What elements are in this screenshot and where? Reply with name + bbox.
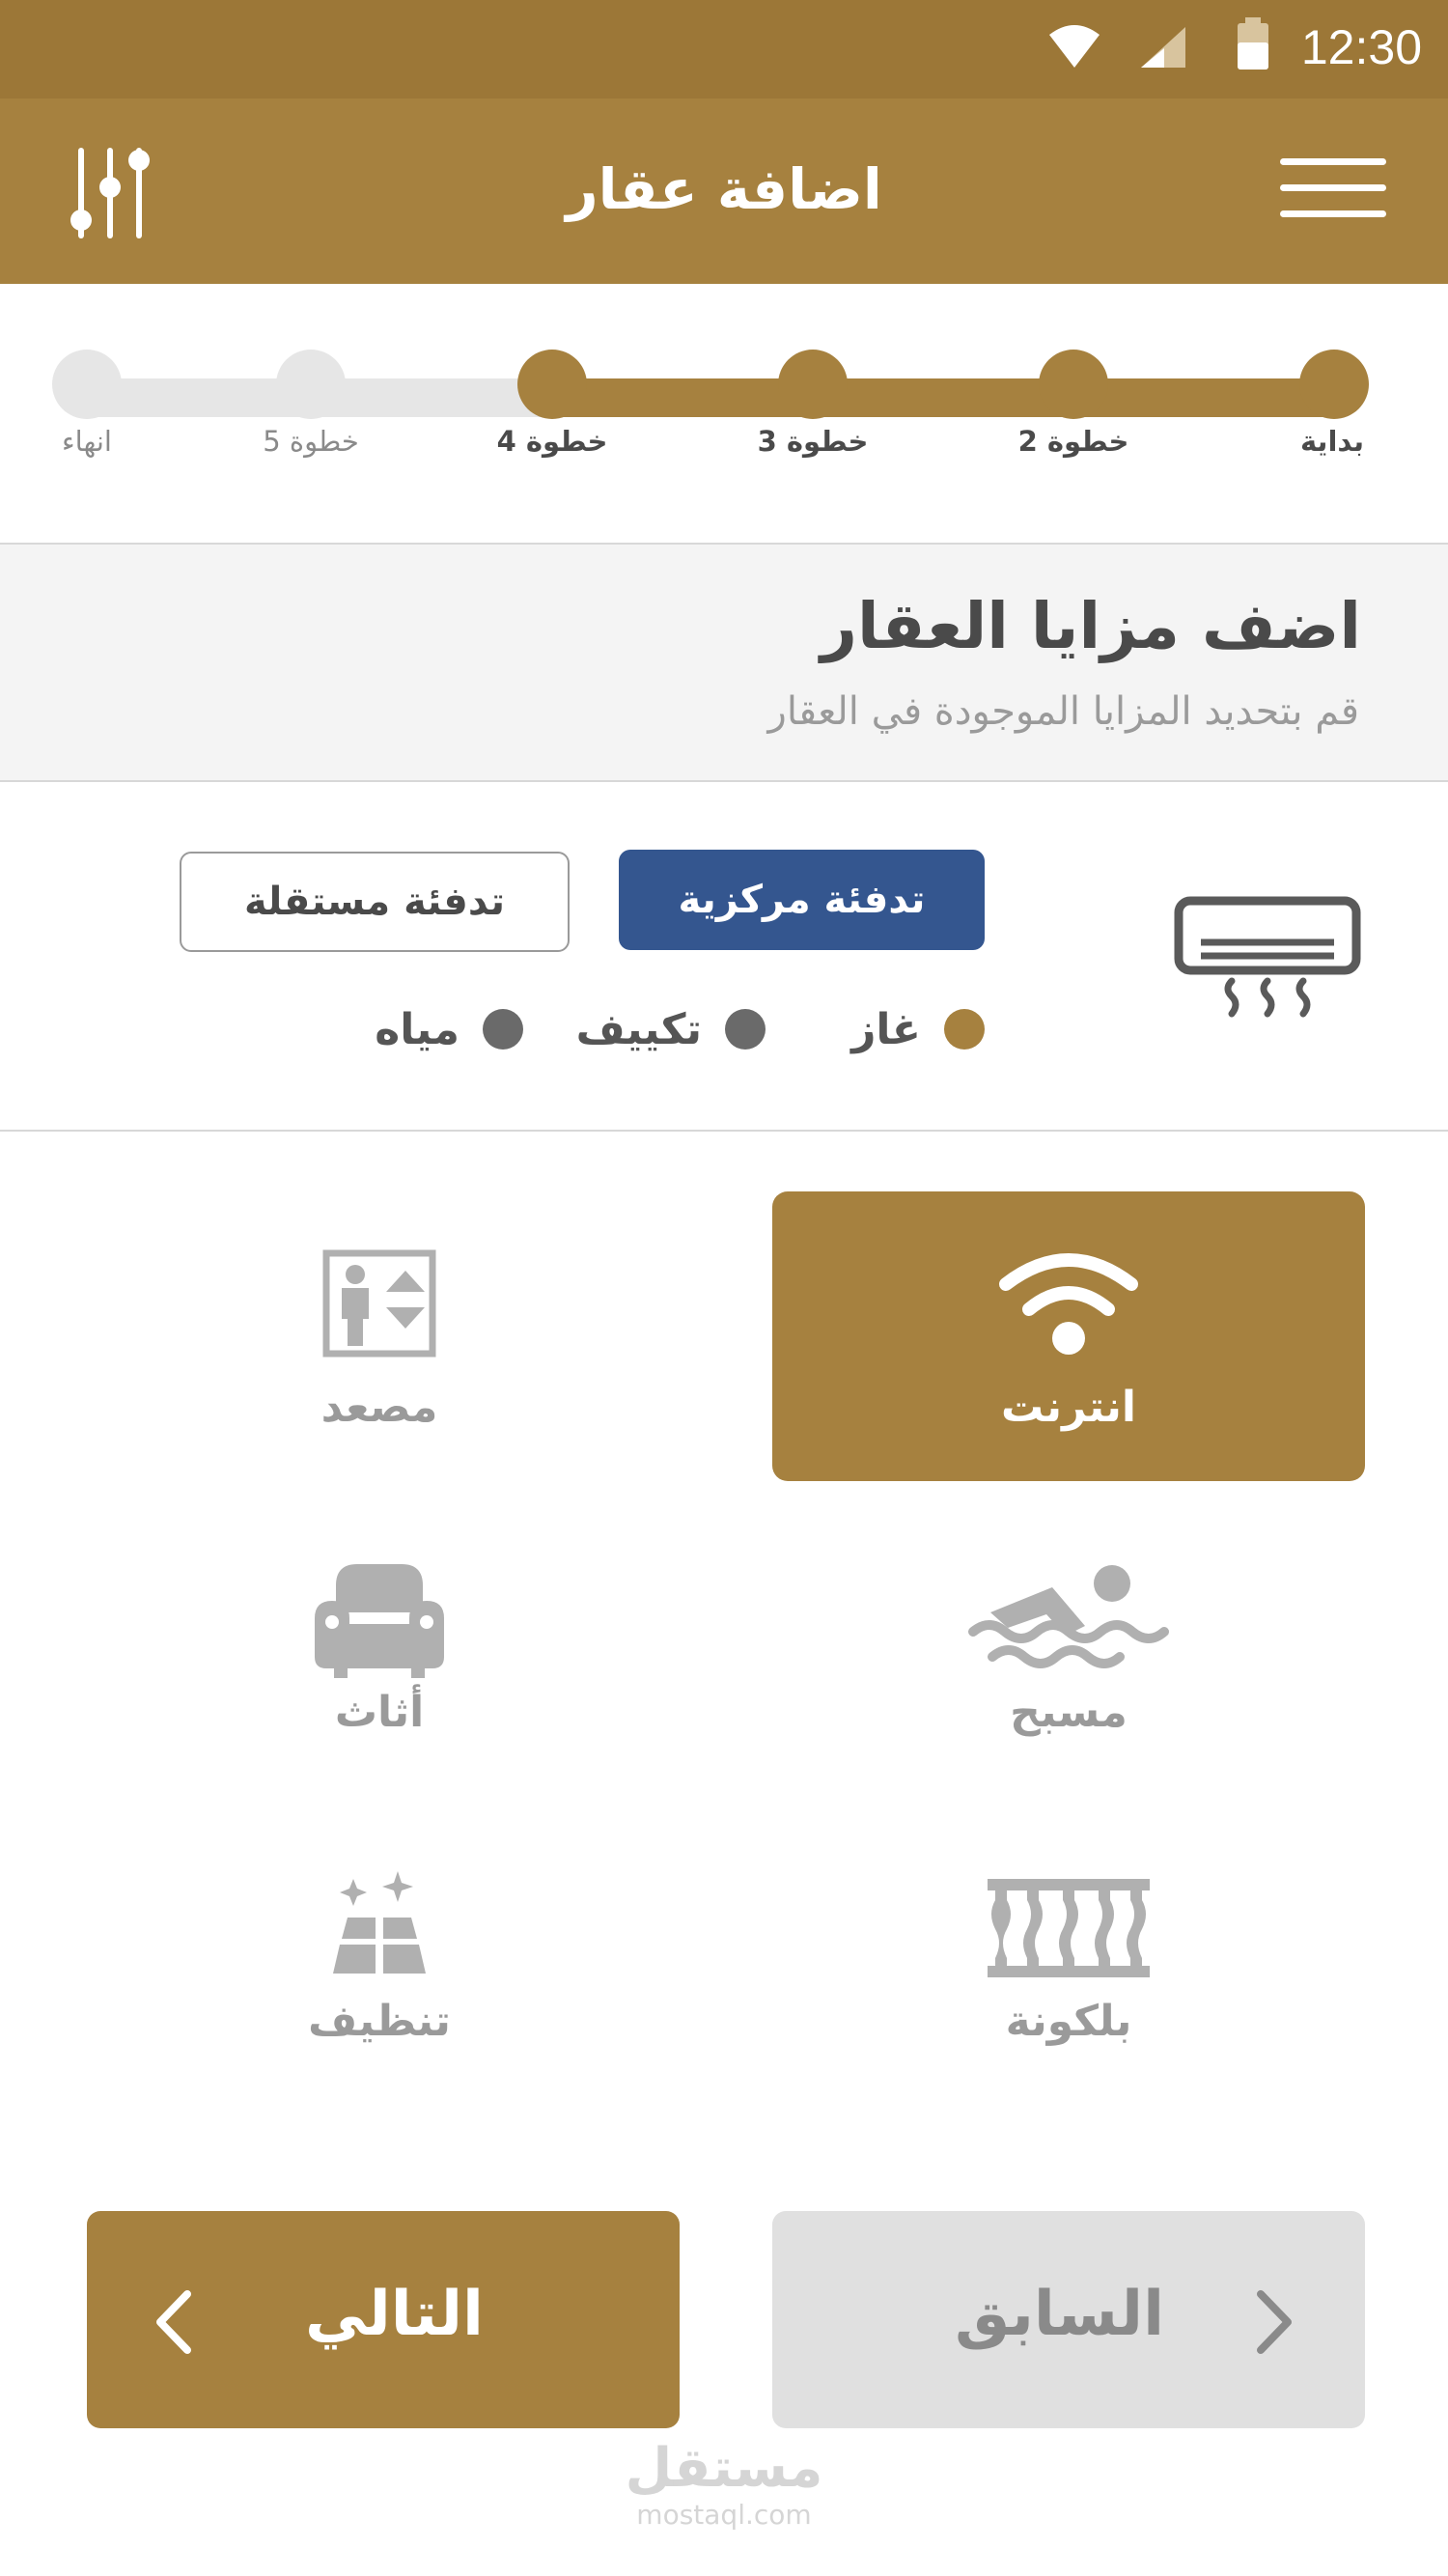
step-dot-start[interactable] [1299,350,1369,419]
step-label-3: خطوة 3 [757,425,869,458]
separate-heating-button[interactable]: تدفئة مستقلة [180,852,570,952]
sliders-icon [70,148,150,238]
radio-label: تكييف [575,1004,702,1054]
progress-stepper: بداية خطوة 2 خطوة 3 خطوة 4 خطوة 5 انهاء [0,284,1448,545]
section-title: اضف مزايا العقار [820,589,1361,663]
watermark-domain: mostaql.com [636,2499,812,2531]
cleaning-icon [333,1871,426,1974]
menu-icon-line [1280,210,1386,217]
balcony-icon [988,1879,1150,1977]
feature-label: أثاث [334,1688,425,1737]
step-dot-4[interactable] [517,350,587,419]
wifi-icon [999,1253,1138,1355]
radio-ac[interactable]: تكييف [576,998,766,1060]
next-button[interactable]: التالي [87,2211,680,2428]
feature-elevator[interactable]: مصعد [83,1191,676,1481]
feature-label: مسبح [1010,1688,1128,1737]
stepper-track-done [554,378,1334,417]
step-dot-3[interactable] [778,350,848,419]
feature-label: تنظيف [308,1997,451,2046]
elevator-icon [322,1249,436,1358]
step-dot-5[interactable] [276,350,346,419]
feature-label: مصعد [320,1383,438,1432]
feature-balcony[interactable]: بلكونة [772,1815,1365,2105]
feature-pool[interactable]: مسبح [772,1506,1365,1796]
step-dot-finish[interactable] [52,350,122,419]
next-label: التالي [305,2279,484,2350]
step-label-2: خطوة 2 [1017,425,1129,458]
radio-dot-selected [944,1009,985,1050]
feature-furniture[interactable]: أثاث [83,1506,676,1796]
air-conditioner-icon [1174,896,1361,1018]
status-bar: 12:30 [0,0,1448,98]
menu-icon [1280,158,1386,165]
heating-section: تدفئة مركزية تدفئة مستقلة غاز تكييف مياه [0,782,1448,1132]
wifi-signal-icon [1049,25,1100,68]
page-title: اضافة عقار [566,156,882,222]
previous-label: السابق [955,2279,1164,2350]
step-label-5: خطوة 5 [263,425,359,458]
swimming-icon [968,1565,1169,1668]
feature-internet[interactable]: انترنت [772,1191,1365,1481]
watermark: مستقل mostaql.com [0,2438,1448,2531]
radio-dot [725,1009,766,1050]
chevron-left-icon [156,2290,191,2354]
previous-button[interactable]: السابق [772,2211,1365,2428]
feature-label: بلكونة [1005,1997,1132,2046]
radio-label: مياه [375,1004,459,1054]
armchair-icon [315,1564,444,1678]
step-label-finish: انهاء [62,425,112,458]
battery-icon [1238,17,1268,70]
feature-cleaning[interactable]: تنظيف [83,1815,676,2105]
watermark-brand: مستقل [625,2437,823,2500]
menu-icon-line [1280,184,1386,191]
step-label-start: بداية [1299,425,1365,458]
step-label-4: خطوة 4 [496,425,608,458]
cell-signal-icon [1141,27,1185,68]
radio-dot [483,1009,523,1050]
central-heating-button[interactable]: تدفئة مركزية [619,850,985,950]
feature-label: انترنت [1000,1383,1137,1432]
step-dot-2[interactable] [1039,350,1108,419]
filter-button[interactable] [62,147,158,239]
section-header: اضف مزايا العقار قم بتحديد المزايا الموج… [0,545,1448,782]
status-time: 12:30 [1300,20,1422,74]
app-bar: اضافة عقار [0,98,1448,284]
section-subtitle: قم بتحديد المزايا الموجودة في العقار [767,689,1359,734]
chevron-right-icon [1257,2290,1292,2354]
radio-label: غاز [851,1004,921,1054]
radio-gas[interactable]: غاز [851,998,985,1060]
radio-water[interactable]: مياه [375,998,523,1060]
menu-button[interactable] [1280,158,1386,218]
